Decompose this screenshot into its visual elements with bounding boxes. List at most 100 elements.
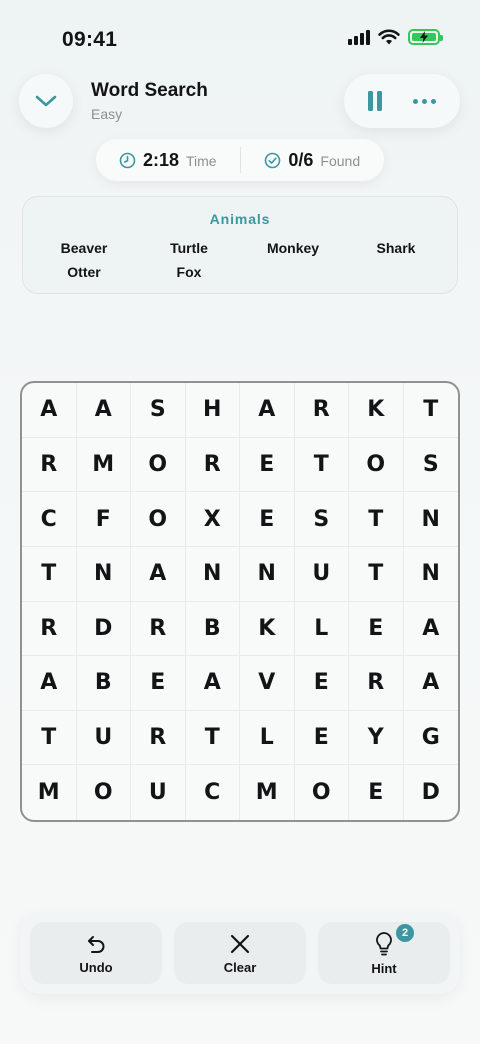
grid-cell[interactable]: S [294, 492, 349, 547]
word-list-panel: Animals Beaver Turtle Monkey Shark Otter… [22, 196, 458, 294]
grid-cell[interactable]: R [185, 437, 240, 493]
page-title: Word Search [91, 80, 208, 101]
grid-cell[interactable]: T [22, 710, 77, 766]
more-button[interactable] [413, 98, 437, 104]
wifi-icon [378, 29, 400, 45]
bottom-toolbar: Undo Clear Hint 2 [20, 912, 460, 994]
grid-cell[interactable]: T [294, 437, 349, 493]
more-dots-icon [413, 98, 419, 104]
grid-cell[interactable]: O [349, 437, 404, 493]
grid-cell[interactable]: G [403, 711, 458, 766]
word-item: Turtle [170, 240, 208, 256]
grid-cell[interactable]: A [185, 656, 240, 711]
status-bar: 09:41 [0, 0, 480, 70]
grid-cell[interactable]: T [349, 492, 404, 547]
grid-cell[interactable]: O [131, 437, 186, 493]
word-item: Beaver [60, 240, 108, 256]
grid-cell[interactable]: T [403, 383, 458, 438]
grid-cell[interactable]: E [131, 656, 186, 711]
collapse-button[interactable] [19, 74, 73, 128]
grid-cell[interactable]: N [185, 546, 240, 602]
grid-cell[interactable]: S [403, 438, 458, 493]
time-value: 2:18 [142, 149, 179, 170]
grid-cell[interactable]: E [240, 492, 295, 547]
grid-cell[interactable]: U [76, 710, 131, 766]
grid-cell[interactable]: E [349, 601, 404, 657]
grid-cell[interactable]: A [403, 602, 458, 657]
difficulty-label: Easy [91, 106, 123, 122]
category-title: Animals [209, 211, 271, 227]
grid-cell[interactable]: R [22, 601, 77, 657]
grid-cell[interactable]: Y [349, 710, 404, 766]
grid-cell[interactable]: R [131, 601, 186, 657]
grid-cell[interactable]: M [22, 765, 77, 820]
grid-cell[interactable]: R [294, 383, 349, 438]
grid-cell[interactable]: N [76, 546, 131, 602]
clock-icon [119, 152, 136, 168]
grid-cell[interactable]: E [294, 710, 349, 766]
clear-label: Clear [223, 959, 257, 975]
grid-cell[interactable]: S [131, 383, 186, 438]
grid-cell[interactable]: B [76, 656, 131, 711]
hint-button[interactable]: Hint 2 [318, 922, 450, 984]
grid-cell[interactable]: O [295, 765, 349, 820]
word-item: Monkey [266, 240, 320, 256]
pause-button[interactable] [367, 91, 382, 111]
grid-cell[interactable]: A [240, 383, 295, 438]
grid-cell[interactable]: T [22, 546, 77, 602]
grid-cell[interactable]: C [22, 492, 77, 547]
grid-cell[interactable]: K [240, 601, 295, 657]
grid-cell[interactable]: M [76, 437, 131, 493]
check-circle-icon [265, 152, 281, 168]
status-icons [348, 29, 443, 45]
grid-cell[interactable]: U [131, 765, 186, 820]
grid-cell[interactable]: E [294, 656, 349, 711]
word-item: Otter [67, 264, 101, 280]
undo-label: Undo [79, 959, 113, 975]
grid-cell[interactable]: V [240, 656, 295, 711]
grid-cell[interactable]: R [22, 437, 77, 493]
grid-cell[interactable]: E [349, 765, 404, 820]
grid-cell[interactable]: F [76, 492, 131, 547]
lightbulb-icon [376, 931, 392, 955]
grid-cell[interactable]: C [186, 765, 240, 820]
stats-pill: 2:18 Time 0/6 Found [96, 139, 384, 181]
grid-cell[interactable]: N [240, 546, 295, 602]
grid-cell[interactable]: N [403, 492, 458, 547]
grid-cell[interactable]: K [349, 383, 404, 438]
grid-cell[interactable]: A [22, 383, 77, 438]
grid-cell[interactable]: R [131, 710, 186, 766]
grid-cell[interactable]: B [185, 601, 240, 657]
grid-cell[interactable]: A [22, 656, 77, 711]
grid-cell[interactable]: D [404, 765, 459, 820]
grid-cell[interactable]: T [349, 546, 404, 602]
grid-cell[interactable]: T [185, 710, 240, 766]
grid-cell[interactable]: X [185, 492, 240, 547]
grid-cell[interactable]: A [131, 546, 186, 602]
close-icon [230, 934, 250, 953]
game-controls [344, 74, 460, 128]
letter-grid[interactable]: AASHARKTRMORETOSCFOXESTNTNANNUTNRDRBKLEA… [20, 381, 460, 822]
found-counter: 0/6 Found [241, 150, 385, 171]
grid-cell[interactable]: A [76, 383, 131, 438]
grid-cell[interactable]: L [240, 710, 295, 766]
chevron-down-icon [35, 95, 57, 107]
pause-icon [367, 91, 373, 111]
grid-cell[interactable]: L [294, 601, 349, 657]
grid-cell[interactable]: M [240, 765, 295, 820]
clear-button[interactable]: Clear [174, 922, 306, 984]
grid-cell[interactable]: N [403, 547, 458, 602]
grid-cell[interactable]: U [294, 546, 349, 602]
grid-cell[interactable]: H [185, 383, 240, 438]
grid-cell[interactable]: D [76, 601, 131, 657]
status-time: 09:41 [62, 28, 118, 51]
grid-cell[interactable]: E [240, 437, 295, 493]
grid-cell[interactable]: A [403, 656, 458, 711]
grid-cell[interactable]: O [131, 492, 186, 547]
found-value: 0/6 [288, 149, 314, 170]
undo-button[interactable]: Undo [30, 922, 162, 984]
grid-cell[interactable]: R [349, 656, 404, 711]
hint-count-badge: 2 [396, 924, 414, 942]
grid-cell[interactable]: O [77, 765, 131, 820]
undo-icon [88, 935, 105, 953]
